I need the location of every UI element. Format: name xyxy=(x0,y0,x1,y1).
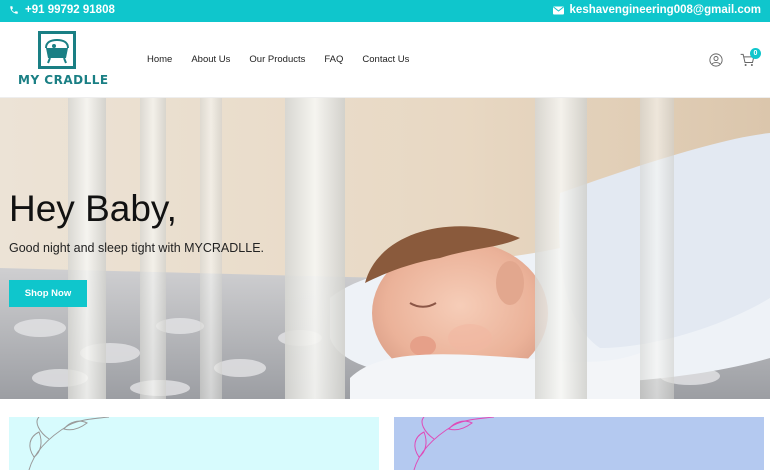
hero-title: Hey Baby, xyxy=(9,188,177,229)
nav-faq[interactable]: FAQ xyxy=(324,54,343,65)
main-nav: Home About Us Our Products FAQ Contact U… xyxy=(147,54,409,65)
user-icon[interactable] xyxy=(709,53,723,72)
site-logo[interactable]: MY CRADLLE xyxy=(18,31,109,91)
email-address: keshavengineering008@gmail.com xyxy=(569,4,761,16)
phone-contact[interactable]: +91 99792 91808 xyxy=(9,4,115,16)
leaf-decoration-icon xyxy=(28,417,110,470)
phone-icon xyxy=(9,5,19,15)
email-contact[interactable]: keshavengineering008@gmail.com xyxy=(552,4,761,16)
top-bar: +91 99792 91808 keshavengineering008@gma… xyxy=(0,0,770,22)
phone-number: +91 99792 91808 xyxy=(25,4,115,16)
product-card-1[interactable] xyxy=(9,417,379,470)
envelope-icon xyxy=(552,6,564,15)
card-2-heading-partial xyxy=(494,459,614,470)
nav-home[interactable]: Home xyxy=(147,54,172,65)
product-card-2[interactable] xyxy=(394,417,764,470)
cradle-logo-icon xyxy=(38,31,76,69)
nav-about-us[interactable]: About Us xyxy=(191,54,230,65)
site-header: MY CRADLLE Home About Us Our Products FA… xyxy=(0,22,770,98)
hero-subtitle: Good night and sleep tight with MYCRADLL… xyxy=(9,241,264,255)
logo-text: MY CRADLLE xyxy=(18,73,109,87)
shop-now-button[interactable]: Shop Now xyxy=(9,280,87,307)
nav-our-products[interactable]: Our Products xyxy=(249,54,305,65)
hero-banner: Hey Baby, Good night and sleep tight wit… xyxy=(0,98,770,399)
nav-contact-us[interactable]: Contact Us xyxy=(362,54,409,65)
card-1-heading-partial xyxy=(139,459,259,470)
cart-count-badge: 0 xyxy=(750,48,761,59)
